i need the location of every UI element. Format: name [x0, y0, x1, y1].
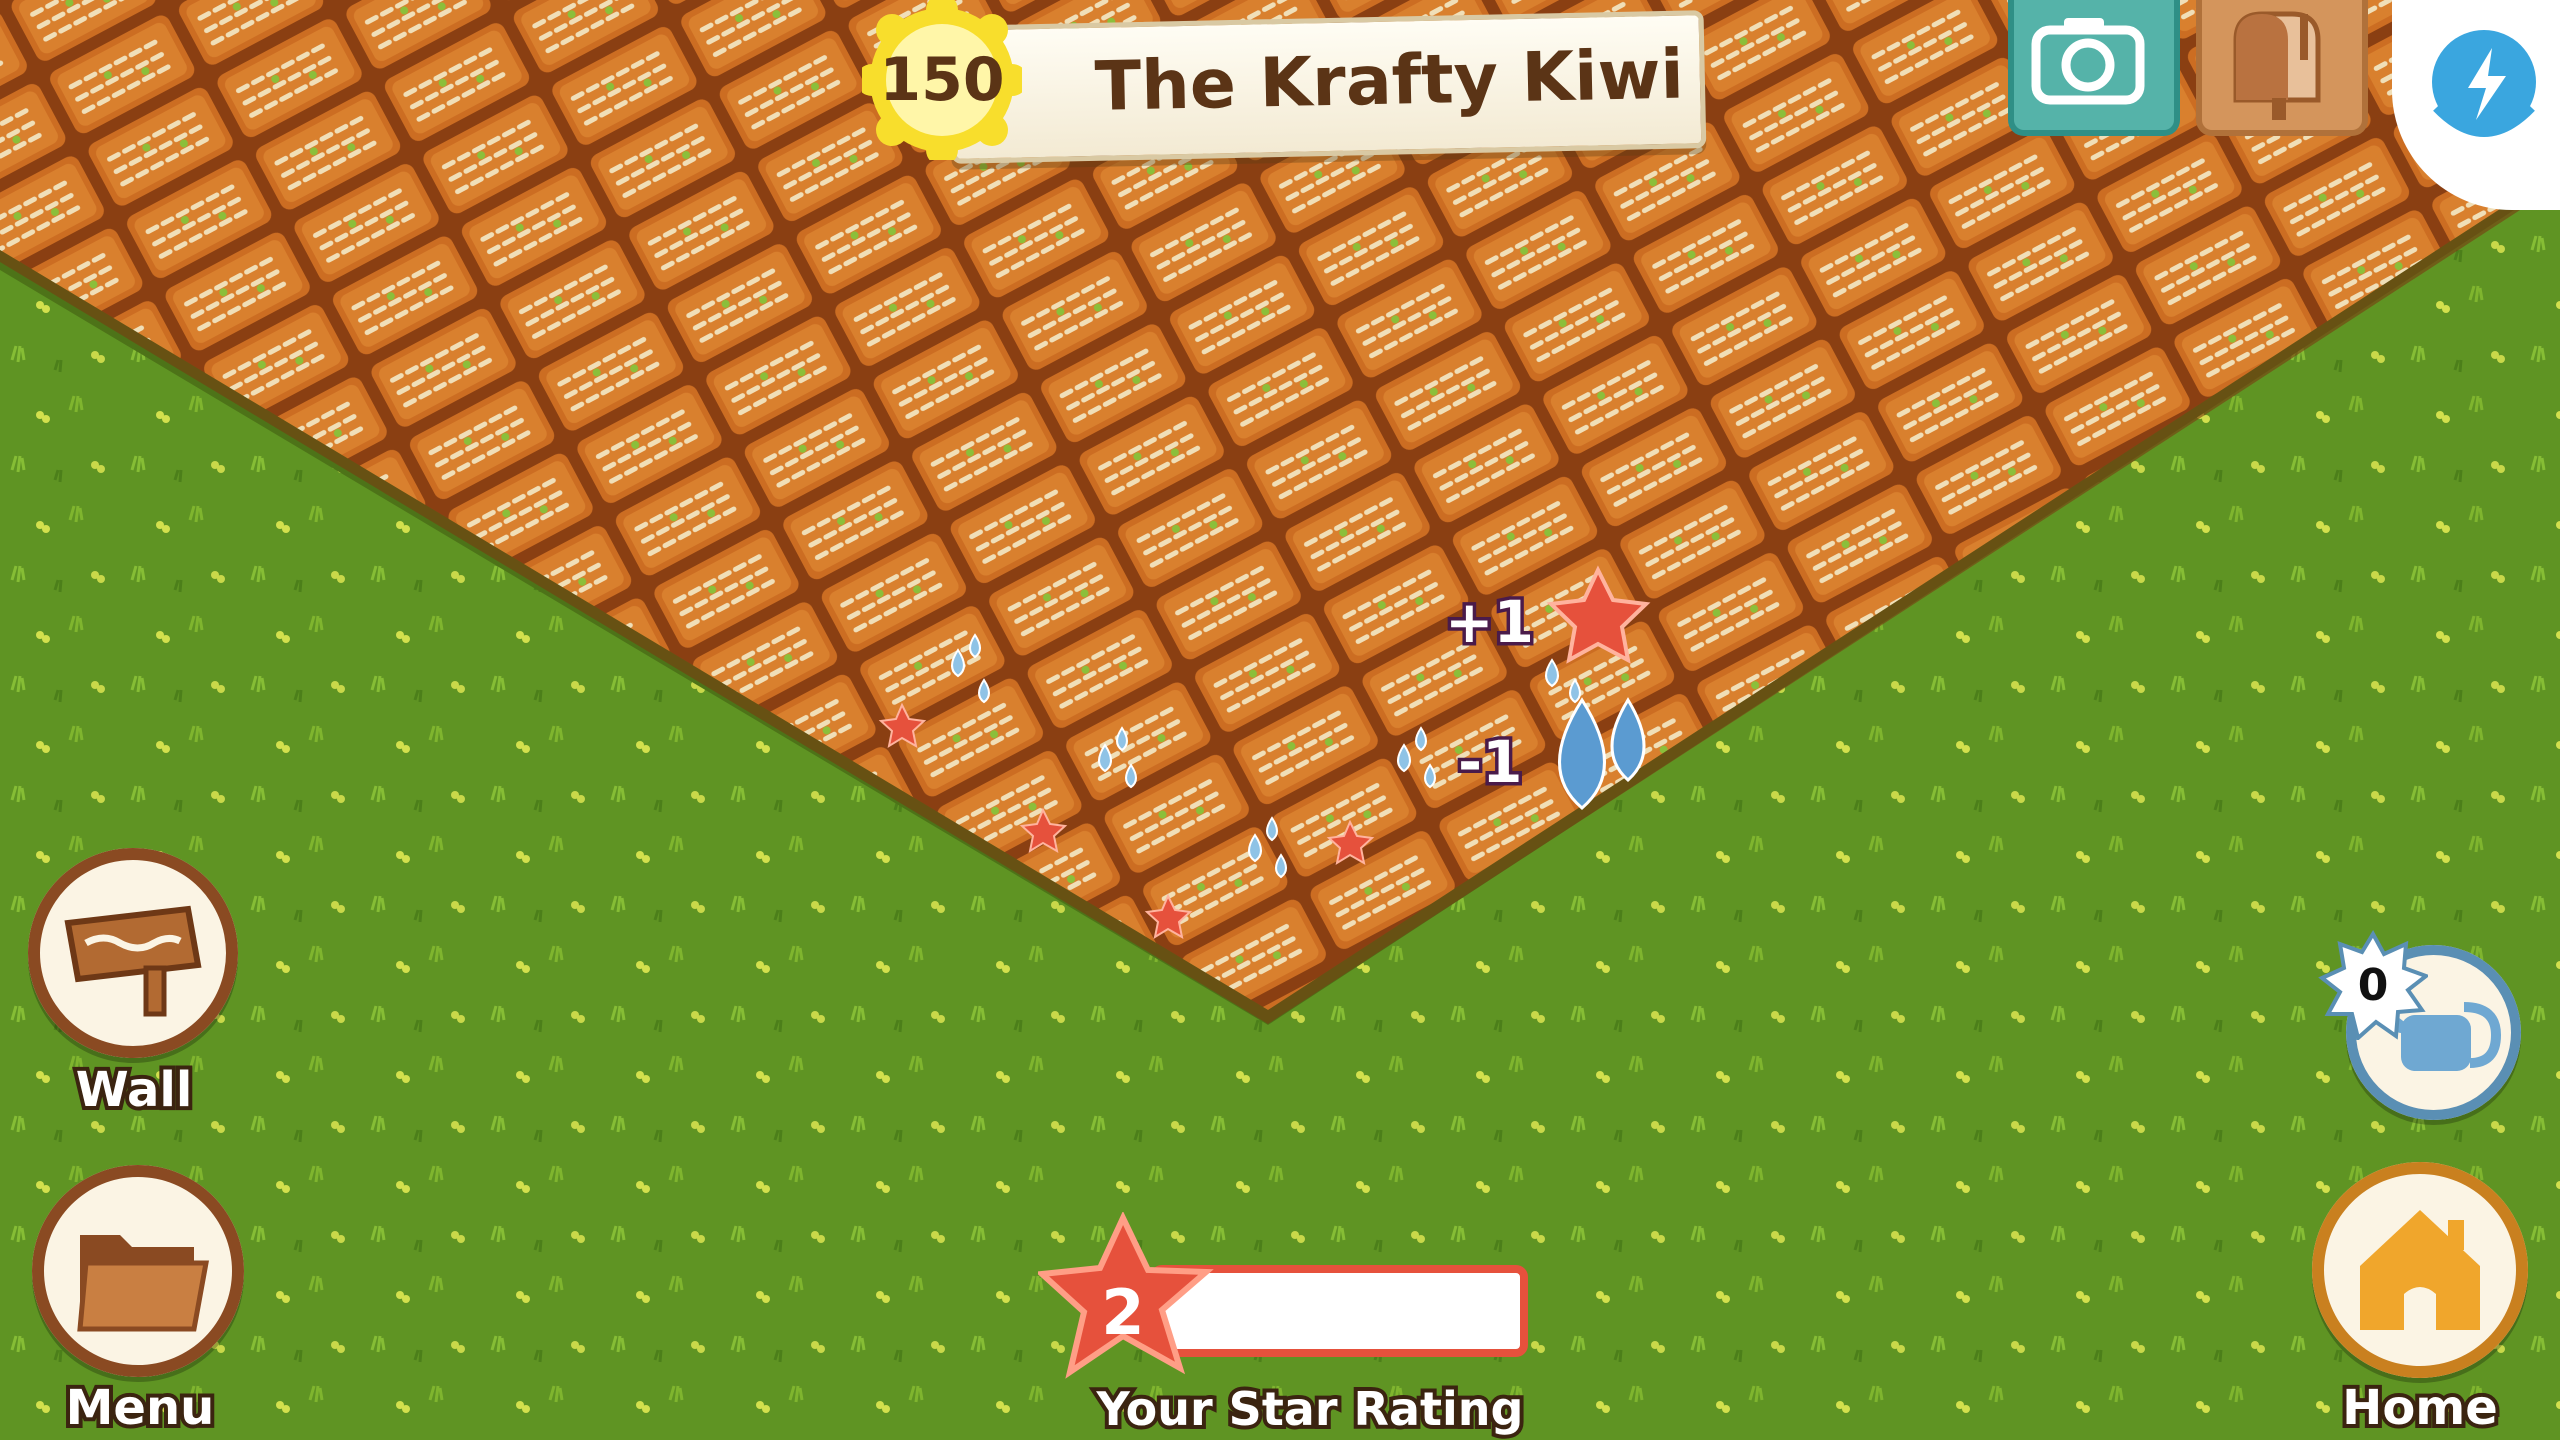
lightning-icon	[2432, 30, 2536, 137]
water-count: 0	[2357, 960, 2389, 1011]
folder-icon	[77, 1235, 209, 1332]
menu-label: Menu	[62, 1376, 219, 1440]
farm-name: The Krafty Kiwi	[1094, 35, 1685, 127]
home-button[interactable]	[2312, 1162, 2528, 1378]
signpost-icon	[64, 905, 202, 1017]
water-loss-text: -1	[1454, 725, 1525, 800]
mailbox-button[interactable]	[2196, 0, 2368, 136]
coin-badge: 150	[856, 0, 1028, 166]
star-gain-text: +1	[1442, 585, 1538, 660]
camera-icon	[2031, 18, 2145, 105]
wall-button[interactable]	[28, 848, 238, 1058]
wall-label: Wall	[72, 1058, 197, 1122]
star-rating-label: Your Star Rating	[1093, 1378, 1528, 1440]
farm-name-banner: The Krafty Kiwi	[948, 10, 1707, 164]
farm-scene	[0, 0, 2560, 1440]
mailbox-icon	[2233, 11, 2321, 120]
menu-button[interactable]	[32, 1165, 244, 1377]
water-count-badge: 0	[2318, 930, 2431, 1042]
coin-count: 150	[879, 45, 1005, 115]
house-icon	[2360, 1210, 2480, 1330]
camera-button[interactable]	[2008, 0, 2180, 136]
power-button[interactable]	[2392, 0, 2560, 210]
star-rating-value: 2	[1101, 1276, 1145, 1349]
home-label: Home	[2338, 1376, 2502, 1440]
